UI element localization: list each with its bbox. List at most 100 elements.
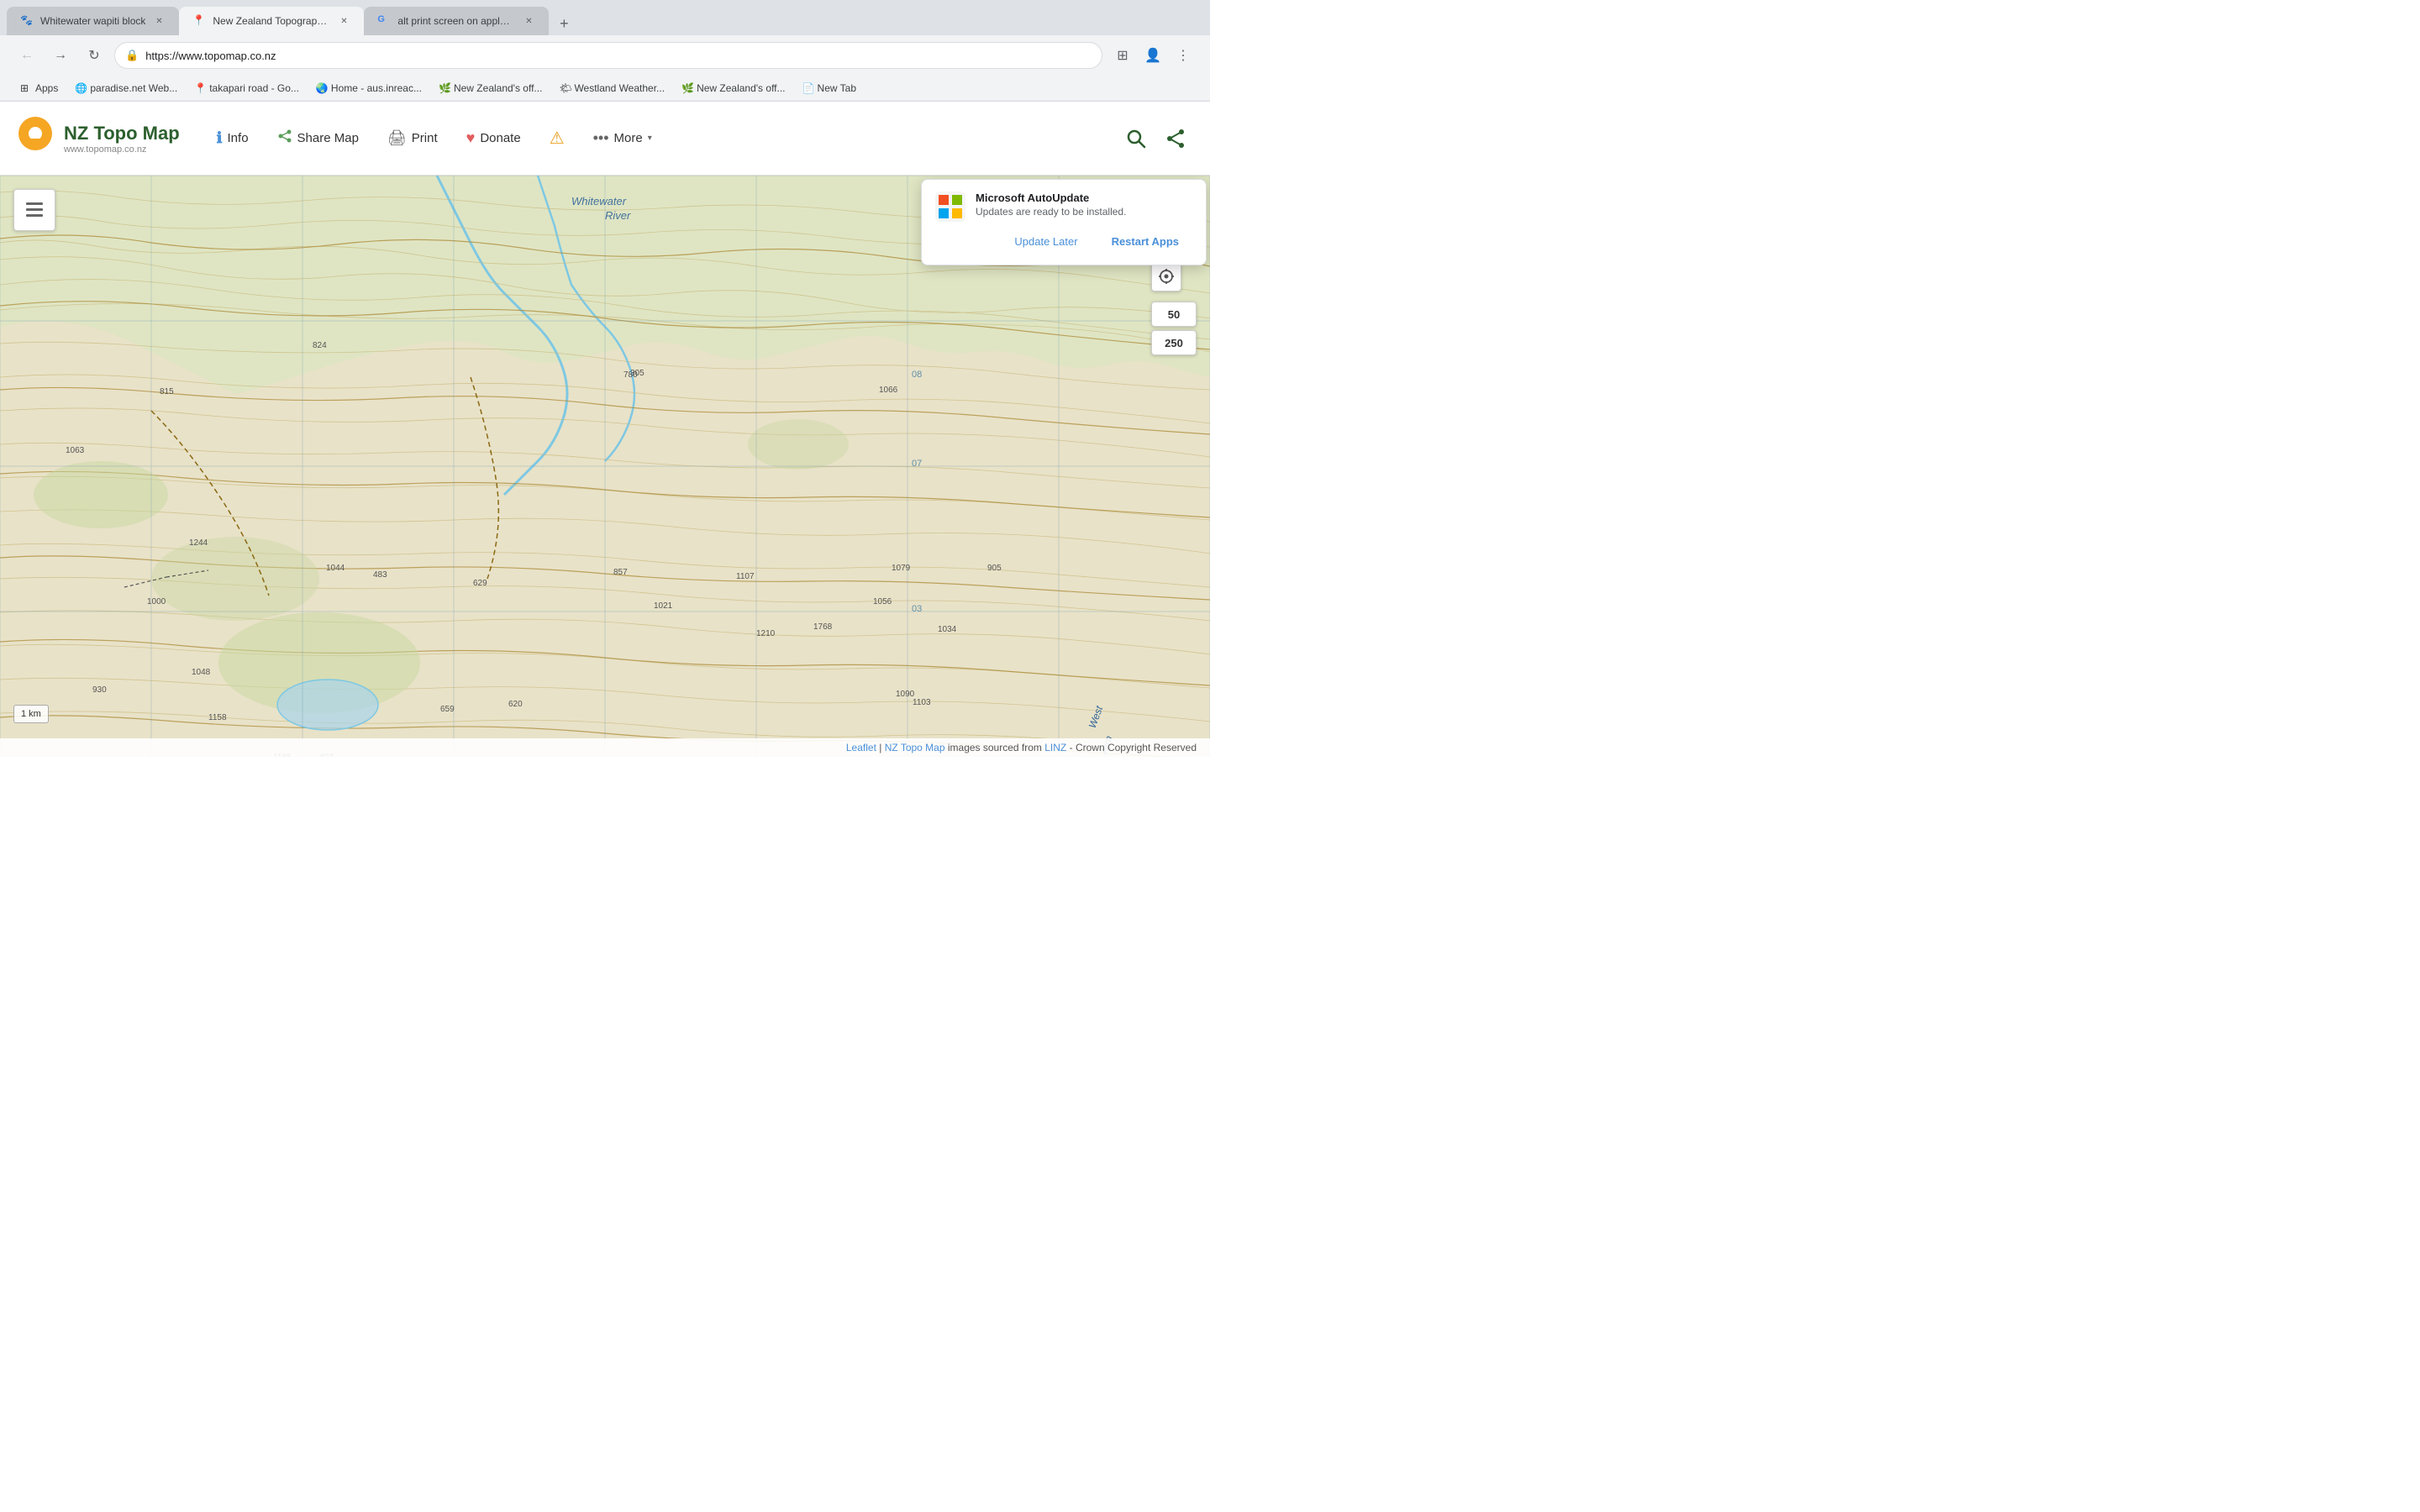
svg-text:1103: 1103 — [913, 698, 931, 707]
microsoft-autoupdate-icon — [935, 192, 965, 222]
bookmark-takapari[interactable]: 📍 takapari road - Go... — [187, 81, 306, 96]
nav-info-label: Info — [228, 131, 249, 145]
tab-2[interactable]: 📍 New Zealand Topographic Mar... ✕ — [179, 7, 364, 35]
restart-apps-button[interactable]: Restart Apps — [1098, 230, 1192, 253]
share-map-icon — [277, 129, 292, 148]
tab-1-close[interactable]: ✕ — [152, 14, 166, 28]
update-later-button[interactable]: Update Later — [1001, 230, 1091, 253]
takapari-icon: 📍 — [194, 82, 206, 94]
extensions-icon[interactable]: ⊞ — [1109, 42, 1136, 69]
nav-warning[interactable]: ⚠ — [538, 121, 576, 155]
bookmark-home-label: Home - aus.inreac... — [331, 82, 422, 94]
scale-bar-label: 1 km — [21, 709, 41, 719]
svg-text:1044: 1044 — [326, 564, 345, 573]
nav-items: ℹ Info Share Map 🖨 Print ♥ Donate ⚠ ••• … — [205, 121, 1119, 155]
reload-button[interactable]: ↻ — [81, 42, 108, 69]
svg-text:659: 659 — [440, 705, 455, 714]
donate-icon: ♥ — [466, 129, 476, 147]
svg-text:1063: 1063 — [66, 446, 85, 455]
scale-buttons: 50 250 — [1151, 302, 1197, 355]
svg-text:1768: 1768 — [813, 622, 833, 632]
nav-share-map[interactable]: Share Map — [266, 122, 371, 155]
bookmark-newtab[interactable]: 📄 New Tab — [796, 81, 863, 96]
tab-2-title: New Zealand Topographic Mar... — [213, 15, 330, 27]
profile-icon[interactable]: 👤 — [1139, 42, 1166, 69]
forward-button[interactable]: → — [47, 42, 74, 69]
bookmark-westland-label: Westland Weather... — [574, 82, 665, 94]
nav-more-label: More — [614, 131, 643, 145]
bookmark-home[interactable]: 🌏 Home - aus.inreac... — [309, 81, 429, 96]
svg-text:824: 824 — [313, 341, 327, 350]
footer-middle: images sourced from — [948, 742, 1044, 753]
bookmark-nz2[interactable]: 🌿 New Zealand's off... — [675, 81, 792, 96]
westland-icon: 🌤 — [559, 82, 571, 94]
svg-text:1210: 1210 — [756, 629, 776, 638]
new-tab-button[interactable]: + — [552, 12, 576, 35]
lock-icon: 🔒 — [125, 49, 139, 62]
nz1-icon: 🌿 — [439, 82, 450, 94]
svg-text:1079: 1079 — [892, 564, 911, 573]
svg-text:08: 08 — [912, 370, 922, 380]
app-header: NZ Topo Map www.topomap.co.nz ℹ Info Sha… — [0, 102, 1210, 176]
bookmark-nz1-label: New Zealand's off... — [454, 82, 542, 94]
nav-share-label: Share Map — [297, 131, 359, 145]
toolbar: ← → ↻ 🔒 https://www.topomap.co.nz ⊞ 👤 ⋮ — [0, 35, 1210, 76]
bookmark-paradise-label: paradise.net Web... — [90, 82, 177, 94]
tab-1-favicon: 🐾 — [20, 14, 34, 28]
map-container[interactable]: Whitewater River 1063 815 824 1244 1044 … — [0, 176, 1210, 757]
scale-50-button[interactable]: 50 — [1151, 302, 1197, 327]
nav-print[interactable]: 🖨 Print — [376, 123, 450, 154]
leaflet-link[interactable]: Leaflet — [846, 742, 876, 753]
share-button[interactable] — [1160, 122, 1193, 155]
nav-print-label: Print — [412, 131, 438, 145]
tab-3-close[interactable]: ✕ — [522, 14, 535, 28]
nav-info[interactable]: ℹ Info — [205, 123, 260, 154]
svg-text:1000: 1000 — [147, 597, 166, 606]
bookmark-paradise[interactable]: 🌐 paradise.net Web... — [68, 81, 184, 96]
nz-topo-link[interactable]: NZ Topo Map — [885, 742, 945, 753]
logo-section[interactable]: NZ Topo Map www.topomap.co.nz — [17, 115, 180, 162]
notification-subtitle: Updates are ready to be installed. — [976, 206, 1192, 218]
back-button[interactable]: ← — [13, 42, 40, 69]
svg-text:1066: 1066 — [879, 386, 898, 395]
tab-3-favicon: G — [377, 14, 391, 28]
bookmark-westland[interactable]: 🌤 Westland Weather... — [552, 81, 671, 96]
notification-popup: Microsoft AutoUpdate Updates are ready t… — [921, 179, 1207, 265]
svg-text:Whitewater: Whitewater — [571, 195, 627, 207]
scale-250-button[interactable]: 250 — [1151, 330, 1197, 355]
tab-2-favicon: 📍 — [192, 14, 206, 28]
info-icon: ℹ — [217, 129, 223, 147]
tab-1[interactable]: 🐾 Whitewater wapiti block ✕ — [7, 7, 179, 35]
locate-button[interactable] — [1151, 261, 1181, 291]
nav-more[interactable]: ••• More ▾ — [581, 123, 664, 154]
more-dots-icon: ••• — [593, 129, 609, 147]
apps-icon: ⊞ — [20, 82, 32, 94]
address-bar[interactable]: 🔒 https://www.topomap.co.nz — [114, 42, 1102, 69]
tab-1-title: Whitewater wapiti block — [40, 15, 145, 27]
bookmark-takapari-label: takapari road - Go... — [209, 82, 299, 94]
tab-3[interactable]: G alt print screen on apple ke... ✕ — [364, 7, 549, 35]
header-actions — [1119, 122, 1193, 155]
layers-button[interactable] — [13, 189, 55, 231]
svg-text:620: 620 — [508, 700, 523, 709]
svg-text:03: 03 — [912, 604, 922, 614]
bookmark-nz2-label: New Zealand's off... — [697, 82, 785, 94]
tab-bar: 🐾 Whitewater wapiti block ✕ 📍 New Zealan… — [0, 0, 1210, 35]
tab-2-close[interactable]: ✕ — [337, 14, 350, 28]
nz2-icon: 🌿 — [681, 82, 693, 94]
svg-text:780: 780 — [623, 370, 638, 380]
notification-text: Microsoft AutoUpdate Updates are ready t… — [976, 192, 1192, 218]
bookmark-apps-label: Apps — [35, 82, 58, 94]
linz-link[interactable]: LINZ — [1044, 742, 1066, 753]
svg-text:905: 905 — [987, 564, 1002, 573]
bookmark-apps[interactable]: ⊞ Apps — [13, 81, 65, 96]
svg-text:483: 483 — [373, 570, 387, 580]
bookmark-newtab-label: New Tab — [818, 82, 856, 94]
nav-donate[interactable]: ♥ Donate — [455, 123, 533, 154]
search-button[interactable] — [1119, 122, 1153, 155]
bookmark-nz1[interactable]: 🌿 New Zealand's off... — [432, 81, 549, 96]
logo-main-text: NZ Topo Map — [64, 123, 180, 144]
map-footer: Leaflet | NZ Topo Map images sourced fro… — [0, 738, 1210, 757]
svg-text:07: 07 — [912, 459, 922, 469]
more-options-icon[interactable]: ⋮ — [1170, 42, 1197, 69]
